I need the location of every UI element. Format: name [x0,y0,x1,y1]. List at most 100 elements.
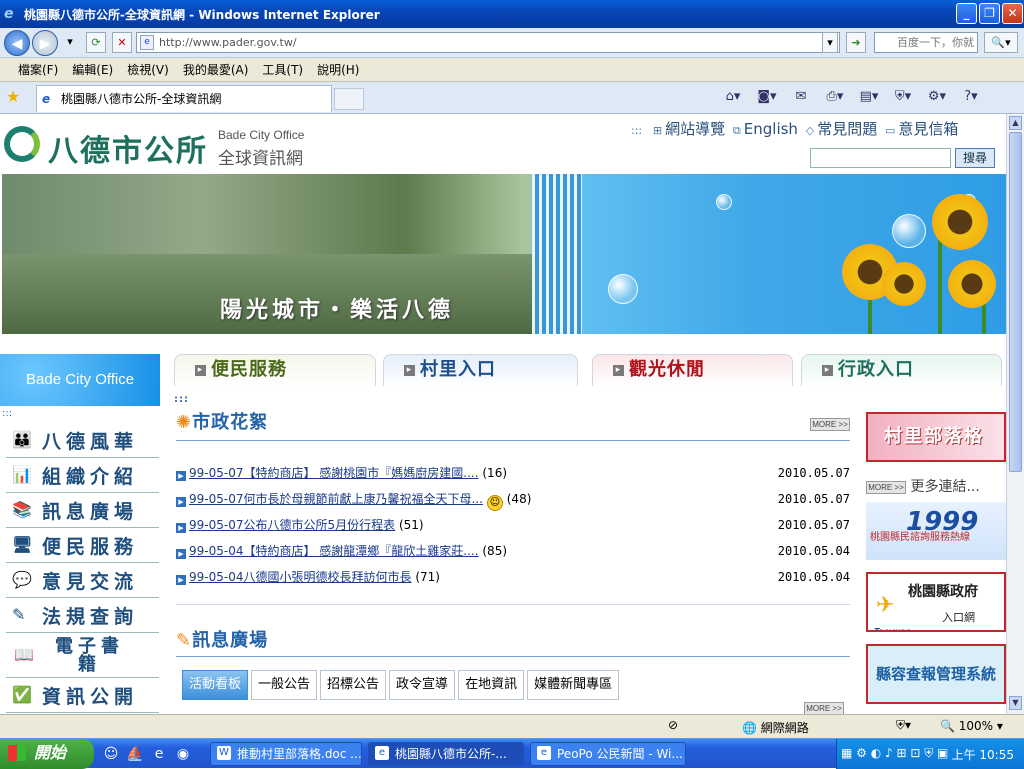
news-list: ▶ 99-05-07【特約商店】 感謝桃園市『媽媽廚房建國.... (16) 20… [176,460,850,590]
forward-button[interactable]: ▶ [32,30,58,56]
news-item[interactable]: ▶ 99-05-07公布八德市公所5月份行程表 (51) 2010.05.07 [176,512,850,538]
address-input[interactable]: e http://www.pader.gov.tw/ [136,32,840,53]
search-input[interactable]: 百度一下，你就 [874,32,978,53]
mail-icon[interactable]: ✉ [788,87,814,107]
new-tab-button[interactable] [334,88,364,110]
task-ie-peopo[interactable]: e PeoPo 公民新聞 - Wi... [530,742,686,766]
menu-tools[interactable]: 工具(T) [262,61,303,78]
arrow-square-icon: ▸ [822,365,833,376]
nav-item-ebooks[interactable]: 📖 電子書籍 [6,634,159,678]
vertical-scrollbar[interactable]: ▲ ▼ [1006,114,1024,714]
menu-view[interactable]: 檢視(V) [127,61,169,78]
bubble [608,274,638,304]
tab-village-portal[interactable]: ▸ 村里入口 [383,354,578,386]
back-button[interactable]: ◀ [4,30,30,56]
county-government-link[interactable]: ✈ 桃園縣政府 入口網 Taoyuan [866,572,1006,632]
browser-tab[interactable]: e 桃園縣八德市公所-全球資訊網 [36,85,332,112]
hotline-1999-link[interactable]: 1999 桃園縣民諮詢服務熱線 [866,502,1006,560]
tab-citizen-services[interactable]: ▸ 便民服務 [174,354,376,386]
appearance-report-system-link[interactable]: 縣容查報管理系統 [866,644,1006,704]
scroll-up-icon[interactable]: ▲ [1009,116,1022,130]
sitemap-icon: ⊞ [652,124,663,137]
page-menu-icon[interactable]: ▤▾ [856,87,882,107]
more-links[interactable]: MORE >> 更多連結... [866,476,980,496]
news-item[interactable]: ▶ 99-05-07何市長於母親節前獻上康乃馨祝福全天下母... ☺ (48) 20… [176,486,850,512]
site-logo[interactable]: 八德市公所 Bade City Office 全球資訊網 [4,124,334,172]
news-heading: ::: ✺市政花絮 [174,394,269,433]
menu-edit[interactable]: 編輯(E) [72,61,113,78]
restore-button[interactable]: ❐ [979,3,1000,24]
menu-favorites[interactable]: 我的最愛(A) [183,61,249,78]
nav-item-regulations[interactable]: ✎ 法規查詢 [6,599,159,633]
news-more-button[interactable]: MORE >> [810,418,850,431]
news-item[interactable]: ▶ 99-05-04八德國小張明德校長拜訪何市長 (71) 2010.05.04 [176,564,850,590]
taskbar: 開始 ☺ ⛵ e ◉ W 推動村里部落格.doc ... e 桃園縣八德市公所-..… [0,738,1024,769]
tab-tourism[interactable]: ▸ 觀光休閒 [592,354,793,386]
tab-administration[interactable]: ▸ 行政入口 [801,354,1002,386]
minimize-button[interactable]: _ [956,3,977,24]
home-icon[interactable]: ⌂▾ [720,87,746,107]
protected-mode-icon[interactable]: ⛨▾ [896,718,911,733]
favorites-star-icon[interactable]: ★ [6,87,20,106]
address-dropdown-icon[interactable]: ▾ [822,32,838,53]
nav-item-citizen-services[interactable]: 🖥 便民服務 [6,529,159,563]
site-search-input[interactable] [810,148,951,168]
nav-item-organization[interactable]: 📊 組織介紹 [6,459,159,493]
task-word-doc[interactable]: W 推動村里部落格.doc ... [210,742,362,766]
sunflower [932,194,988,250]
nav-item-news-square[interactable]: 📚 訊息廣場 [6,494,159,528]
nav-item-info-disclosure[interactable]: ✅ 資訊公開 [6,679,159,713]
faq-link[interactable]: 常見問題 [817,120,877,138]
english-link[interactable]: English [744,120,798,138]
site-search-button[interactable]: 搜尋 [955,148,995,168]
nav-item-opinion-exchange[interactable]: 💬 意見交流 [6,564,159,598]
search-button[interactable]: 🔍▾ [984,32,1018,53]
go-button[interactable]: ➜ [846,32,866,53]
scroll-thumb[interactable] [1009,132,1022,472]
tab-events[interactable]: 活動看板 [182,670,249,700]
stop-button[interactable]: ✕ [112,32,132,53]
arrow-square-icon: ▸ [195,365,206,376]
print-icon[interactable]: ⎙▾ [822,87,848,107]
tools-gear-icon[interactable]: ⚙▾ [924,87,950,107]
books-icon: 📚 [12,500,32,519]
menu-file[interactable]: 檔案(F) [18,61,58,78]
tab-policy[interactable]: 政令宣導 [389,670,456,700]
tab-general-notices[interactable]: 一般公告 [251,670,318,700]
history-dropdown-icon[interactable]: ▾ [60,32,80,53]
start-button[interactable]: 開始 [0,739,94,769]
task-ie-bade[interactable]: e 桃園縣八德市公所-... [368,742,524,766]
quick-launch-icon[interactable]: ⛵ [126,745,144,763]
word-icon: W [217,746,231,760]
close-button[interactable]: ✕ [1002,3,1023,24]
smiley-icon: ☺ [486,495,503,511]
menu-help[interactable]: 說明(H) [317,61,359,78]
refresh-button[interactable]: ⟳ [86,32,106,53]
rss-icon[interactable]: ◙▾ [754,87,780,107]
tab-tenders[interactable]: 招標公告 [320,670,387,700]
news-item[interactable]: ▶ 99-05-07【特約商店】 感謝桃園市『媽媽廚房建國.... (16) 20… [176,460,850,486]
tray-icons[interactable]: ▦ ⚙ ◐ ♪ ⊞ ⊡ ⛨ ▣ [841,746,948,761]
tab-media-news[interactable]: 媒體新聞專區 [527,670,620,700]
tab-ie-icon: e [42,92,51,106]
quick-launch-icon[interactable]: ◉ [174,745,192,763]
tab-local-info[interactable]: 在地資訊 [458,670,525,700]
search-placeholder: 百度一下，你就 [897,36,974,49]
quick-launch-icon[interactable]: ☺ [102,745,120,763]
tab-title: 桃園縣八德市公所-全球資訊網 [61,92,222,106]
mailbox-link[interactable]: 意見信箱 [898,120,958,138]
bullet-icon: ▶ [176,575,186,585]
bullet-icon: ▶ [176,497,186,507]
safety-icon[interactable]: ⛨▾ [890,87,916,107]
quick-launch-ie-icon[interactable]: e [150,745,168,763]
page-icon: e [140,35,154,50]
news-item[interactable]: ▶ 99-05-04【特約商店】 感謝龍潭鄉『龍欣土雞家莊.... (85) 20… [176,538,850,564]
sitemap-link[interactable]: 網站導覽 [665,120,725,138]
info-more-button[interactable]: MORE >> [804,702,844,714]
scroll-down-icon[interactable]: ▼ [1009,696,1022,710]
village-blog-link[interactable]: 村里部落格 [866,412,1006,462]
zoom-control[interactable]: 🔍 100% ▾ [940,719,1003,733]
nav-item-bade-style[interactable]: 👪 八德風華 [6,424,159,458]
help-icon[interactable]: ?▾ [958,87,984,107]
sunflower [882,262,926,306]
